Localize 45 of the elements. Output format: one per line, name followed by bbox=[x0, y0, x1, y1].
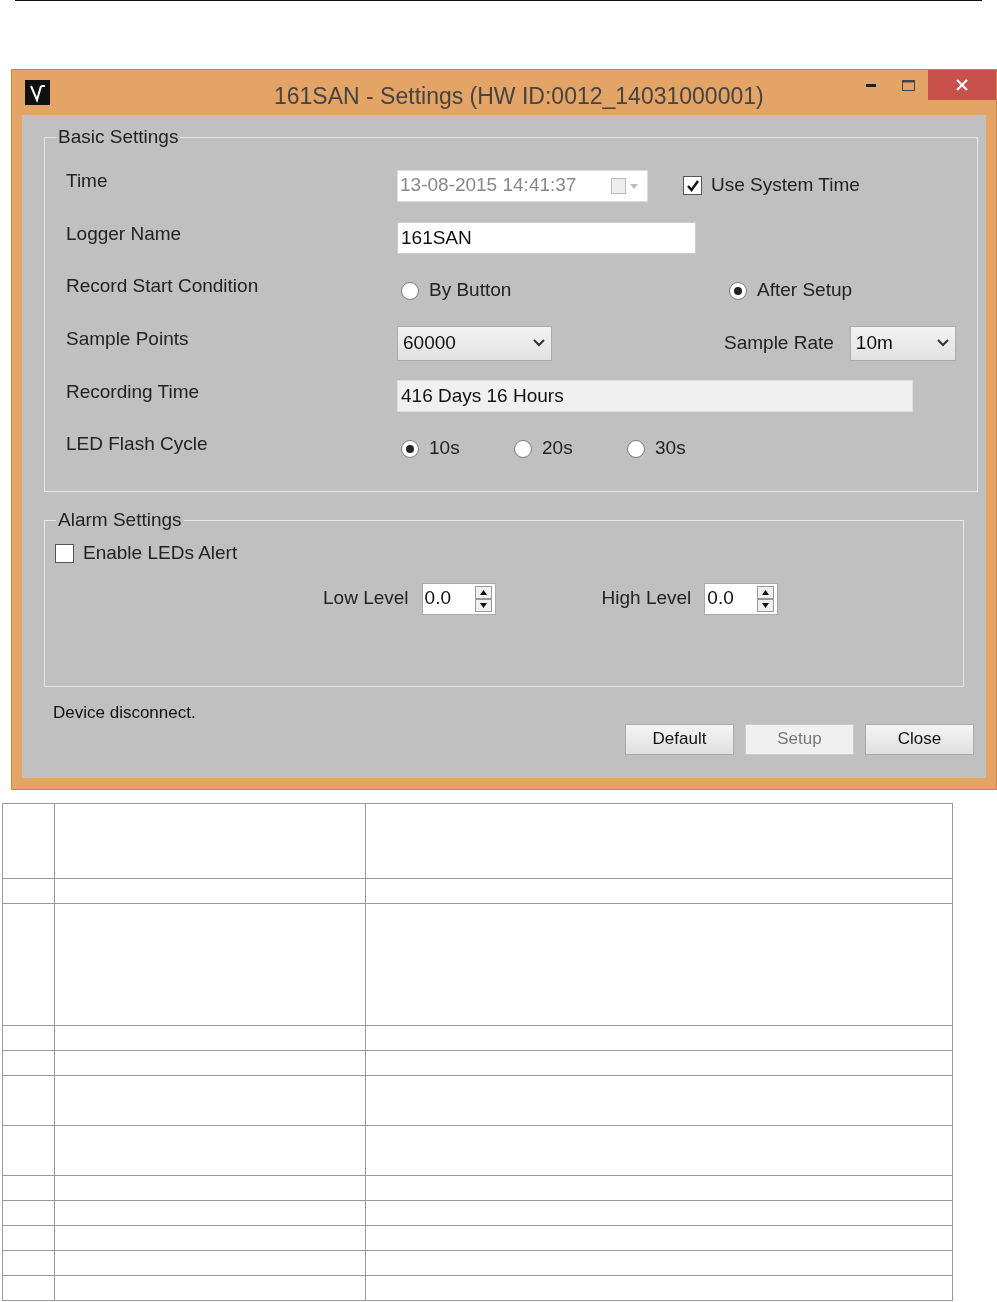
dropdown[interactable]: 10m bbox=[849, 325, 956, 361]
field-label: Time bbox=[66, 169, 109, 194]
field-label: Logger Name bbox=[66, 221, 183, 246]
calendar-icon bbox=[611, 177, 639, 194]
number-spinner[interactable]: 0.0 bbox=[421, 582, 496, 615]
app-logo-icon bbox=[25, 80, 50, 105]
radio-label: 10s bbox=[429, 436, 460, 461]
dropdown[interactable]: 60000 bbox=[397, 325, 552, 361]
radio-button[interactable] bbox=[401, 439, 419, 458]
checkbox-label: Enable LEDs Alert bbox=[83, 541, 238, 566]
up-down-arrows-icon bbox=[757, 585, 775, 612]
field-label: Sample Points bbox=[66, 326, 190, 351]
close-icon bbox=[956, 79, 968, 91]
status-text: Device disconnect. bbox=[53, 702, 197, 724]
section-title: Basic Settings bbox=[57, 125, 180, 149]
radio-button[interactable] bbox=[401, 281, 419, 300]
radio-label: After Setup bbox=[757, 278, 853, 303]
minimize-icon bbox=[866, 83, 876, 87]
chevron-down-icon bbox=[533, 339, 545, 347]
radio-button[interactable] bbox=[514, 439, 532, 458]
number-spinner[interactable]: 0.0 bbox=[704, 582, 779, 615]
close-button[interactable] bbox=[928, 70, 996, 100]
dialog-button[interactable]: Close bbox=[865, 723, 974, 755]
dialog-button[interactable]: Default bbox=[625, 723, 734, 755]
field-label: Sample Rate bbox=[724, 330, 834, 355]
checkbox[interactable] bbox=[55, 544, 74, 563]
radio-button[interactable] bbox=[627, 439, 645, 458]
read-only-field: 416 Days 16 Hours bbox=[397, 380, 913, 412]
field-label: Low Level bbox=[323, 586, 409, 611]
field-label: LED Flash Cycle bbox=[66, 432, 209, 457]
text-field[interactable]: 161SAN bbox=[397, 222, 696, 254]
up-down-arrows-icon bbox=[474, 585, 492, 612]
checkbox-label: Use System Time bbox=[711, 173, 860, 198]
radio-label: 20s bbox=[542, 436, 573, 461]
chevron-down-icon bbox=[936, 339, 949, 347]
radio-label: 30s bbox=[655, 436, 686, 461]
radio-label: By Button bbox=[429, 278, 512, 303]
radio-button[interactable] bbox=[729, 281, 747, 300]
field-label: Record Start Condition bbox=[66, 274, 260, 299]
window-title: 161SAN - Settings (HW ID:0012_14031000001) bbox=[274, 82, 764, 111]
section-title: Alarm Settings bbox=[57, 508, 183, 532]
maximize-icon bbox=[901, 79, 915, 91]
field-label: High Level bbox=[601, 586, 692, 611]
checkmark-icon bbox=[685, 178, 700, 193]
field-label: Recording Time bbox=[66, 379, 201, 404]
